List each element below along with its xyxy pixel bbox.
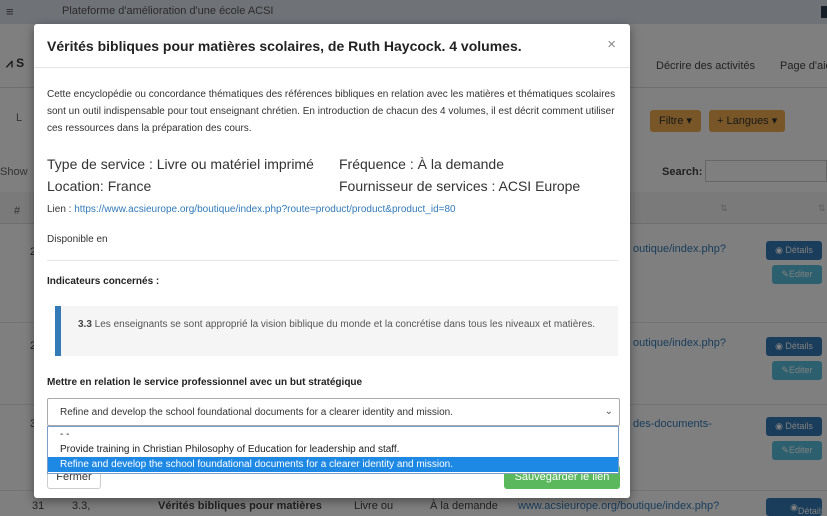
close-icon[interactable]: × [607, 36, 616, 53]
service-description: Cette encyclopédie ou concordance thémat… [47, 89, 616, 134]
service-location: Location: France [47, 178, 152, 194]
strategic-goal-options: - - Provide training in Christian Philos… [47, 426, 619, 474]
service-type: Type de service : Livre ou matériel impr… [47, 156, 314, 172]
link-label: Lien : [47, 204, 75, 215]
service-link[interactable]: https://www.acsieurope.org/boutique/inde… [74, 204, 455, 215]
option-training[interactable]: Provide training in Christian Philosophy… [48, 442, 618, 457]
service-provider: Fournisseur de services : ACSI Europe [339, 178, 581, 194]
indicators-title: Indicateurs concernés : [47, 276, 160, 287]
strategic-goal-label: Mettre en relation le service profession… [47, 377, 363, 388]
indicator-description: Les enseignants se sont approprié la vis… [91, 319, 595, 330]
select-value: Refine and develop the school foundation… [60, 407, 454, 418]
service-link-row: Lien : https://www.acsieurope.org/boutiq… [47, 204, 456, 215]
indicator-text: 3.3 Les enseignants se sont approprié la… [78, 316, 608, 333]
modal-title: Vérités bibliques pour matières scolaire… [47, 38, 522, 54]
strategic-goal-select[interactable]: Refine and develop the school foundation… [47, 398, 620, 426]
service-frequency: Fréquence : À la demande [339, 156, 504, 172]
indicator-card: 3.3 Les enseignants se sont approprié la… [55, 306, 618, 356]
chevron-down-icon[interactable]: ⌄ [605, 406, 613, 417]
option-foundational-documents[interactable]: Refine and develop the school foundation… [48, 457, 618, 472]
divider [47, 260, 618, 261]
available-in-label: Disponible en [47, 234, 108, 245]
modal-header: Vérités bibliques pour matières scolaire… [34, 24, 630, 68]
indicator-code: 3.3 [78, 319, 92, 330]
option-empty[interactable]: - - [48, 427, 618, 442]
